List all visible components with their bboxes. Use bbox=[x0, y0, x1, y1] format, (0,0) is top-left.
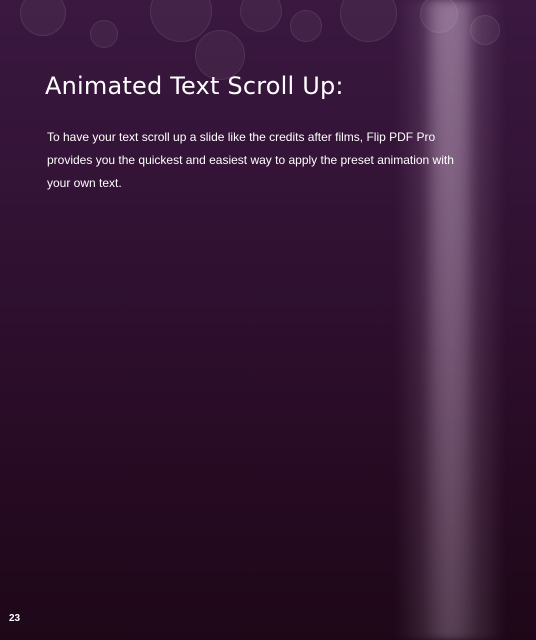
page-number: 23 bbox=[9, 613, 21, 624]
body-paragraph: To have your text scroll up a slide like… bbox=[47, 130, 454, 190]
light-beam-highlight bbox=[430, 0, 470, 640]
bokeh-decoration bbox=[290, 10, 322, 42]
bokeh-decoration bbox=[90, 20, 118, 48]
bokeh-decoration bbox=[20, 0, 66, 36]
bokeh-decoration bbox=[340, 0, 397, 42]
document-page: Animated Text Scroll Up: To have your te… bbox=[0, 0, 536, 640]
bokeh-decoration bbox=[240, 0, 282, 32]
page-title: Animated Text Scroll Up: bbox=[45, 72, 344, 100]
